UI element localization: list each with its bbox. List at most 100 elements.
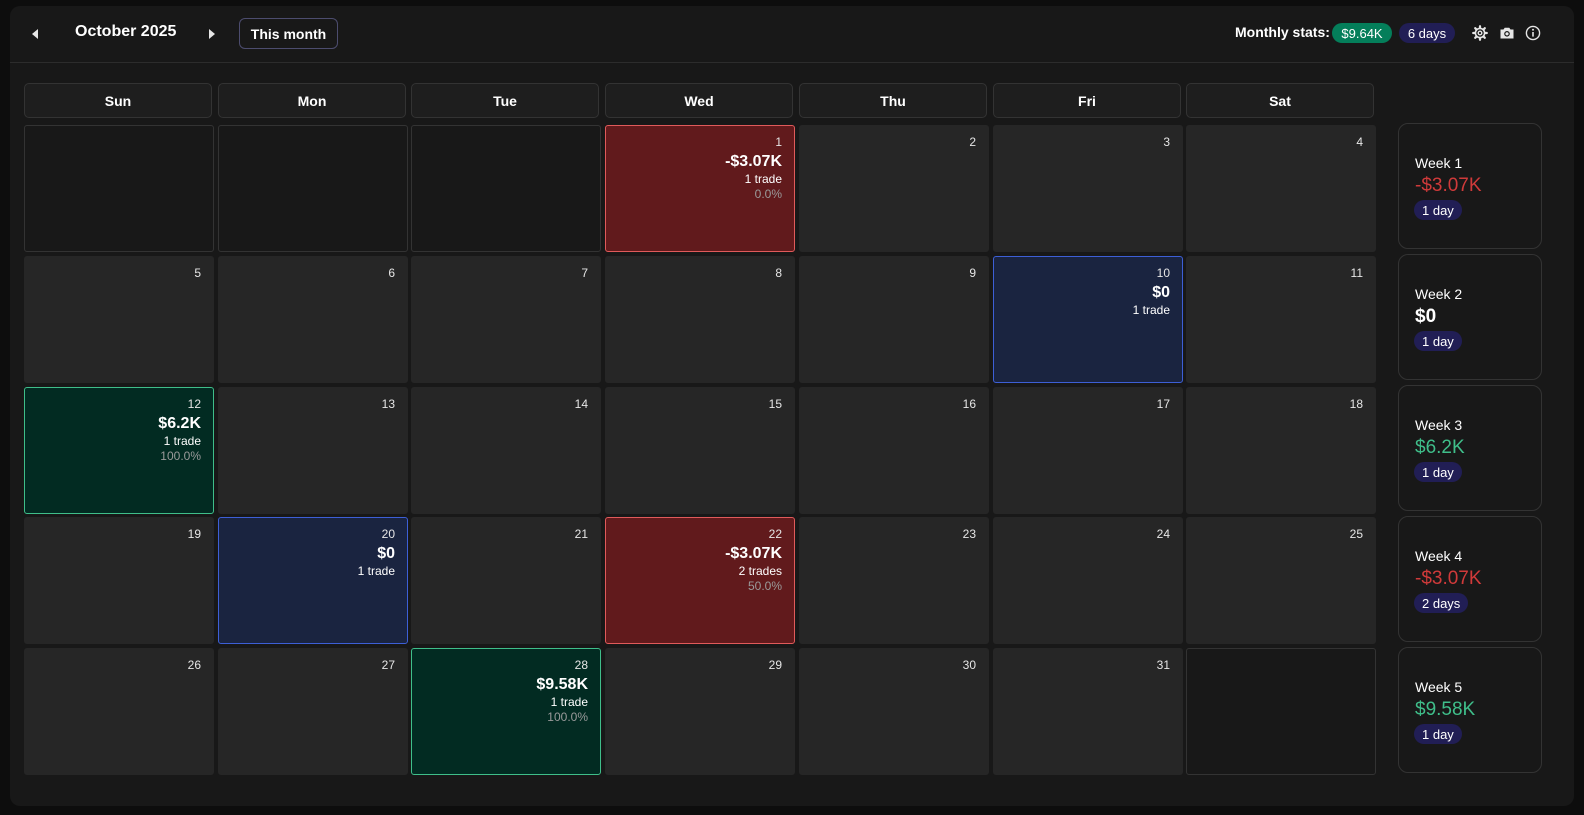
day-cell-18[interactable]: 18 [1186,387,1376,514]
weekday-header-wed: Wed [605,83,793,118]
weekday-header-sun: Sun [24,83,212,118]
day-cell-19[interactable]: 19 [24,517,214,644]
day-cell-9[interactable]: 9 [799,256,989,383]
day-cell-15[interactable]: 15 [605,387,795,514]
day-win-rate: 0.0% [754,187,782,201]
day-number: 11 [1350,266,1363,280]
gear-icon[interactable] [1472,25,1488,41]
week-summary-2: Week 2 $0 1 day [1398,254,1542,380]
day-cell-16[interactable]: 16 [799,387,989,514]
day-number: 26 [187,658,201,672]
weekday-header-mon: Mon [218,83,406,118]
day-cell-5[interactable]: 5 [24,256,214,383]
calendar-empty-cell [1186,648,1376,775]
day-trade-count: 1 trade [1132,303,1170,317]
day-number: 17 [1156,397,1170,411]
week-pnl: -$3.07K [1415,568,1482,589]
week-days-badge: 1 day [1414,200,1462,220]
day-cell-23[interactable]: 23 [799,517,989,644]
week-pnl: $9.58K [1415,699,1476,720]
day-cell-22[interactable]: 22 -$3.07K 2 trades 50.0% [605,517,795,644]
day-number: 27 [381,658,395,672]
caret-right-icon [209,29,215,39]
week-summary-5: Week 5 $9.58K 1 day [1398,647,1542,773]
day-pnl: $0 [377,545,395,562]
day-number: 5 [194,266,201,280]
day-cell-14[interactable]: 14 [411,387,601,514]
day-trade-count: 1 trade [550,695,588,709]
camera-icon[interactable] [1499,25,1515,41]
week-days-badge: 1 day [1414,331,1462,351]
day-cell-25[interactable]: 25 [1186,517,1376,644]
week-summary-4: Week 4 -$3.07K 2 days [1398,516,1542,642]
week-summary-1: Week 1 -$3.07K 1 day [1398,123,1542,249]
day-cell-12[interactable]: 12 $6.2K 1 trade 100.0% [24,387,214,514]
day-trade-count: 1 trade [357,564,395,578]
day-number: 15 [768,397,782,411]
week-days-badge: 1 day [1414,462,1462,482]
day-cell-7[interactable]: 7 [411,256,601,383]
day-trade-count: 1 trade [163,434,201,448]
info-icon[interactable] [1525,25,1541,41]
day-number: 4 [1356,135,1363,149]
week-label: Week 5 [1415,679,1463,695]
day-trade-count: 2 trades [738,564,782,578]
day-win-rate: 100.0% [160,449,201,463]
day-number: 19 [187,527,201,541]
day-number: 9 [969,266,976,280]
day-cell-17[interactable]: 17 [993,387,1183,514]
weekday-header-thu: Thu [799,83,987,118]
day-number: 31 [1156,658,1170,672]
day-cell-26[interactable]: 26 [24,648,214,775]
calendar-empty-cell [218,125,408,252]
day-cell-2[interactable]: 2 [799,125,989,252]
week-label: Week 4 [1415,548,1463,564]
day-number: 1 [775,135,782,149]
week-label: Week 3 [1415,417,1463,433]
day-cell-21[interactable]: 21 [411,517,601,644]
day-number: 16 [962,397,976,411]
day-number: 6 [388,266,395,280]
day-cell-3[interactable]: 3 [993,125,1183,252]
day-cell-6[interactable]: 6 [218,256,408,383]
weekday-header-fri: Fri [993,83,1181,118]
day-number: 10 [1156,266,1170,280]
day-number: 14 [574,397,588,411]
day-cell-31[interactable]: 31 [993,648,1183,775]
day-pnl: -$3.07K [725,545,782,562]
day-cell-4[interactable]: 4 [1186,125,1376,252]
day-number: 25 [1349,527,1363,541]
day-number: 12 [187,397,201,411]
week-label: Week 2 [1415,286,1463,302]
day-cell-1[interactable]: 1 -$3.07K 1 trade 0.0% [605,125,795,252]
day-cell-29[interactable]: 29 [605,648,795,775]
day-cell-20[interactable]: 20 $0 1 trade [218,517,408,644]
day-cell-27[interactable]: 27 [218,648,408,775]
day-number: 30 [962,658,976,672]
day-number: 21 [574,527,588,541]
prev-month-button[interactable] [27,24,43,44]
week-pnl: $6.2K [1415,437,1465,458]
day-number: 3 [1163,135,1170,149]
calendar-empty-cell [411,125,601,252]
day-win-rate: 50.0% [747,579,782,593]
day-cell-13[interactable]: 13 [218,387,408,514]
day-trade-count: 1 trade [744,172,782,186]
day-number: 22 [768,527,782,541]
day-cell-8[interactable]: 8 [605,256,795,383]
this-month-button[interactable]: This month [239,18,338,49]
day-cell-24[interactable]: 24 [993,517,1183,644]
day-cell-28[interactable]: 28 $9.58K 1 trade 100.0% [411,648,601,775]
day-number: 20 [381,527,395,541]
day-number: 28 [574,658,588,672]
week-pnl: -$3.07K [1415,175,1482,196]
day-number: 2 [969,135,976,149]
day-number: 18 [1349,397,1363,411]
day-cell-10[interactable]: 10 $0 1 trade [993,256,1183,383]
day-pnl: $0 [1152,284,1170,301]
day-cell-11[interactable]: 11 [1186,256,1376,383]
next-month-button[interactable] [204,24,220,44]
month-title: October 2025 [75,23,177,40]
day-number: 13 [381,397,395,411]
day-cell-30[interactable]: 30 [799,648,989,775]
